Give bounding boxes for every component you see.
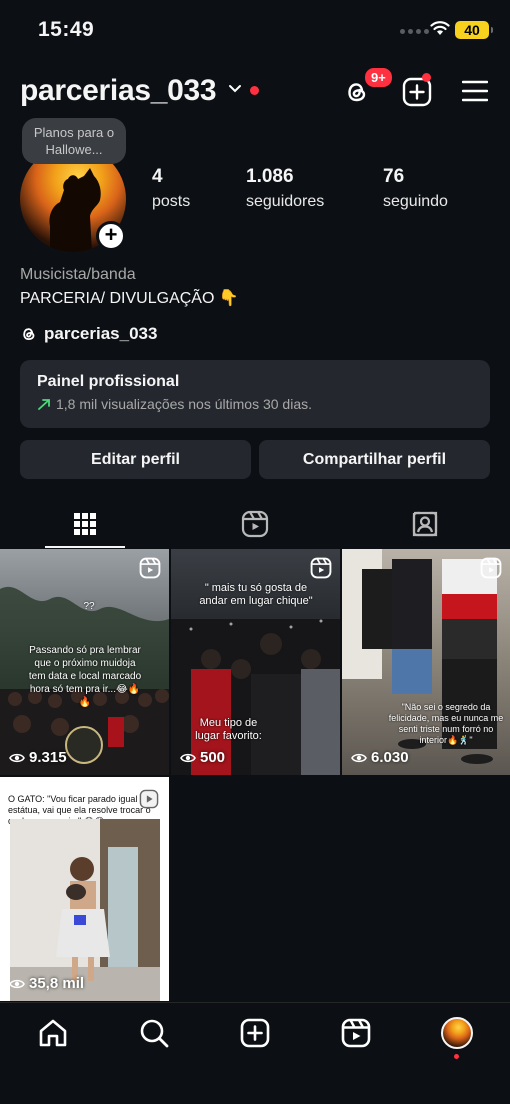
professional-dashboard-title: Painel profissional bbox=[37, 373, 180, 390]
profile-notification-dot bbox=[454, 1054, 459, 1059]
post-thumbnail-1[interactable]: ?? Passando só pra lembrar que o próximo… bbox=[0, 549, 169, 775]
tagged-icon bbox=[412, 511, 438, 537]
stat-following-label: seguindo bbox=[383, 193, 448, 210]
post-2-caption-top: " mais tu só gosta de andar em lugar chi… bbox=[199, 582, 313, 607]
profile-category: Musicista/banda bbox=[20, 266, 136, 283]
status-bar: 15:49 40 bbox=[0, 0, 510, 60]
post-4-view-count: 35,8 mil bbox=[29, 975, 85, 992]
post-3-views: 6.030 bbox=[351, 749, 409, 766]
signal-dots-icon bbox=[400, 29, 429, 34]
eye-icon bbox=[180, 753, 196, 762]
battery-indicator: 40 bbox=[455, 21, 493, 39]
account-username[interactable]: parcerias_033 bbox=[20, 74, 217, 108]
child-with-cat-image bbox=[10, 819, 160, 1001]
menu-icon[interactable] bbox=[462, 79, 488, 103]
wifi-icon bbox=[430, 21, 450, 35]
tab-grid[interactable] bbox=[0, 500, 170, 548]
stat-posts-count: 4 bbox=[152, 166, 163, 187]
reel-badge-icon bbox=[480, 557, 502, 579]
status-time: 15:49 bbox=[38, 18, 95, 41]
post-2-views: 500 bbox=[180, 749, 225, 766]
grid-icon bbox=[74, 513, 96, 535]
bottom-navigation bbox=[0, 1002, 510, 1104]
post-3-caption: "Não sei o segredo da felicidade, mas eu… bbox=[388, 702, 504, 745]
post-4-views: 35,8 mil bbox=[9, 975, 84, 992]
play-badge-icon bbox=[139, 789, 159, 809]
profile-tabs bbox=[0, 500, 510, 548]
add-story-plus-icon[interactable]: + bbox=[96, 221, 126, 251]
profile-header: parcerias_033 9+ bbox=[0, 66, 510, 116]
post-thumbnail-3[interactable]: "Não sei o segredo da felicidade, mas eu… bbox=[342, 549, 510, 775]
eye-icon bbox=[9, 979, 25, 988]
stat-following[interactable]: 76 seguindo bbox=[383, 166, 448, 211]
active-tab-indicator bbox=[45, 546, 125, 548]
eye-icon bbox=[351, 753, 367, 762]
reel-badge-icon bbox=[310, 557, 332, 579]
post-3-view-count: 6.030 bbox=[371, 749, 409, 766]
post-1-caption: Passando só pra lembrar que o próximo mu… bbox=[28, 645, 142, 708]
reel-badge-icon bbox=[139, 557, 161, 579]
profile-bio: PARCERIA/ DIVULGAÇÃO 👇 bbox=[20, 290, 239, 307]
trend-up-icon bbox=[38, 399, 50, 410]
stat-posts-label: posts bbox=[152, 193, 191, 210]
threads-icon bbox=[23, 328, 35, 341]
professional-dashboard-subtitle: 1,8 mil visualizações nos últimos 30 dia… bbox=[56, 396, 313, 412]
tab-reels[interactable] bbox=[170, 500, 340, 548]
threads-handle: parcerias_033 bbox=[44, 324, 158, 343]
create-notification-dot bbox=[422, 73, 431, 82]
search-icon[interactable] bbox=[138, 1017, 170, 1049]
post-2-view-count: 500 bbox=[200, 749, 226, 766]
threads-profile-link[interactable]: parcerias_033 bbox=[20, 324, 157, 344]
post-1-view-count: 9.315 bbox=[29, 749, 67, 766]
reels-icon[interactable] bbox=[340, 1017, 372, 1049]
tab-tagged[interactable] bbox=[340, 500, 510, 548]
create-icon[interactable] bbox=[239, 1017, 271, 1049]
profile-avatar-nav[interactable] bbox=[441, 1017, 473, 1049]
stat-following-count: 76 bbox=[383, 166, 405, 187]
post-1-views: 9.315 bbox=[9, 749, 67, 766]
eye-icon bbox=[9, 753, 25, 762]
post-1-top-text: ?? bbox=[83, 601, 95, 612]
edit-profile-button[interactable]: Editar perfil bbox=[20, 440, 251, 479]
chevron-down-icon[interactable] bbox=[228, 84, 242, 94]
stat-followers-label: seguidores bbox=[246, 193, 325, 210]
stat-followers[interactable]: 1.086 seguidores bbox=[246, 166, 324, 211]
profile-note-bubble[interactable]: Planos para o Hallowe... bbox=[22, 118, 126, 164]
post-thumbnail-2[interactable]: " mais tu só gosta de andar em lugar chi… bbox=[171, 549, 340, 775]
account-notification-dot bbox=[250, 86, 259, 95]
reels-icon bbox=[241, 510, 269, 538]
stat-followers-count: 1.086 bbox=[246, 166, 294, 187]
post-2-caption-bottom: Meu tipo de lugar favorito: bbox=[195, 717, 262, 742]
threads-notification-badge: 9+ bbox=[363, 66, 394, 89]
share-profile-button[interactable]: Compartilhar perfil bbox=[259, 440, 490, 479]
home-icon[interactable] bbox=[37, 1017, 69, 1049]
professional-dashboard[interactable]: Painel profissional 1,8 mil visualizaçõe… bbox=[20, 360, 490, 428]
post-thumbnail-4[interactable]: O GATO: "Vou ficar parado igual estátua,… bbox=[0, 777, 169, 1001]
stat-posts[interactable]: 4 posts bbox=[152, 166, 190, 211]
